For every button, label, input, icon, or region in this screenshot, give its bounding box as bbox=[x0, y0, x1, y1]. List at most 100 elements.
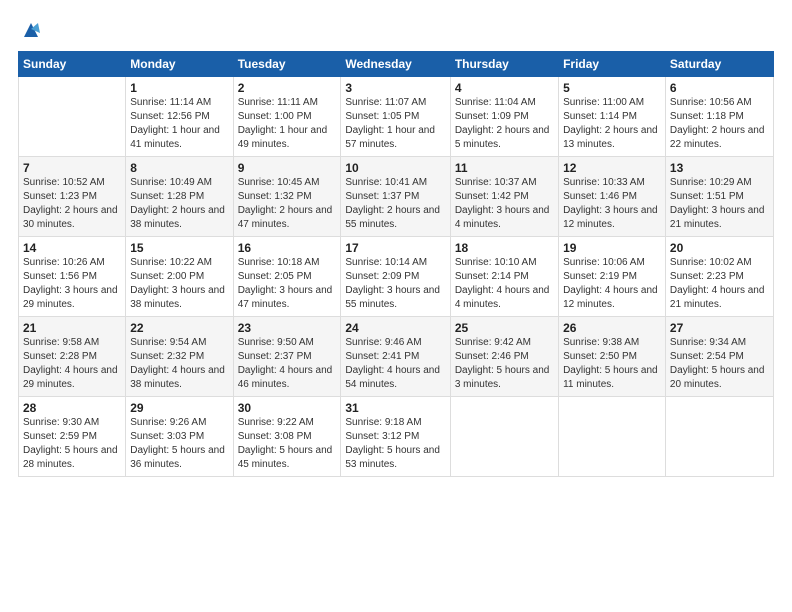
day-number: 28 bbox=[23, 401, 121, 415]
day-info: Sunrise: 10:49 AM Sunset: 1:28 PM Daylig… bbox=[130, 176, 228, 232]
calendar-cell: 28Sunrise: 9:30 AM Sunset: 2:59 PM Dayli… bbox=[19, 397, 126, 477]
day-info: Sunrise: 10:33 AM Sunset: 1:46 PM Daylig… bbox=[563, 176, 661, 232]
day-info: Sunrise: 9:26 AM Sunset: 3:03 PM Dayligh… bbox=[130, 416, 228, 472]
calendar-week-row: 28Sunrise: 9:30 AM Sunset: 2:59 PM Dayli… bbox=[19, 397, 774, 477]
calendar-cell: 10Sunrise: 10:41 AM Sunset: 1:37 PM Dayl… bbox=[341, 157, 450, 237]
weekday-header-tuesday: Tuesday bbox=[233, 52, 341, 77]
day-number: 15 bbox=[130, 241, 228, 255]
weekday-header-sunday: Sunday bbox=[19, 52, 126, 77]
calendar-cell: 6Sunrise: 10:56 AM Sunset: 1:18 PM Dayli… bbox=[665, 77, 773, 157]
page-header bbox=[18, 18, 774, 41]
calendar-week-row: 21Sunrise: 9:58 AM Sunset: 2:28 PM Dayli… bbox=[19, 317, 774, 397]
day-number: 1 bbox=[130, 81, 228, 95]
day-number: 30 bbox=[238, 401, 337, 415]
day-info: Sunrise: 10:14 AM Sunset: 2:09 PM Daylig… bbox=[345, 256, 445, 312]
calendar-cell: 16Sunrise: 10:18 AM Sunset: 2:05 PM Dayl… bbox=[233, 237, 341, 317]
weekday-header-row: SundayMondayTuesdayWednesdayThursdayFrid… bbox=[19, 52, 774, 77]
calendar-cell: 20Sunrise: 10:02 AM Sunset: 2:23 PM Dayl… bbox=[665, 237, 773, 317]
day-info: Sunrise: 9:46 AM Sunset: 2:41 PM Dayligh… bbox=[345, 336, 445, 392]
calendar-week-row: 14Sunrise: 10:26 AM Sunset: 1:56 PM Dayl… bbox=[19, 237, 774, 317]
day-info: Sunrise: 11:11 AM Sunset: 1:00 PM Daylig… bbox=[238, 96, 337, 152]
day-info: Sunrise: 11:14 AM Sunset: 12:56 PM Dayli… bbox=[130, 96, 228, 152]
day-number: 2 bbox=[238, 81, 337, 95]
calendar-cell: 29Sunrise: 9:26 AM Sunset: 3:03 PM Dayli… bbox=[126, 397, 233, 477]
day-info: Sunrise: 9:50 AM Sunset: 2:37 PM Dayligh… bbox=[238, 336, 337, 392]
weekday-header-thursday: Thursday bbox=[450, 52, 558, 77]
calendar-cell: 26Sunrise: 9:38 AM Sunset: 2:50 PM Dayli… bbox=[559, 317, 666, 397]
day-number: 22 bbox=[130, 321, 228, 335]
day-number: 20 bbox=[670, 241, 769, 255]
day-info: Sunrise: 10:06 AM Sunset: 2:19 PM Daylig… bbox=[563, 256, 661, 312]
day-number: 8 bbox=[130, 161, 228, 175]
day-number: 12 bbox=[563, 161, 661, 175]
weekday-header-monday: Monday bbox=[126, 52, 233, 77]
calendar-cell: 8Sunrise: 10:49 AM Sunset: 1:28 PM Dayli… bbox=[126, 157, 233, 237]
calendar-week-row: 7Sunrise: 10:52 AM Sunset: 1:23 PM Dayli… bbox=[19, 157, 774, 237]
day-number: 16 bbox=[238, 241, 337, 255]
day-info: Sunrise: 10:52 AM Sunset: 1:23 PM Daylig… bbox=[23, 176, 121, 232]
calendar-cell: 7Sunrise: 10:52 AM Sunset: 1:23 PM Dayli… bbox=[19, 157, 126, 237]
day-info: Sunrise: 10:37 AM Sunset: 1:42 PM Daylig… bbox=[455, 176, 554, 232]
day-info: Sunrise: 10:10 AM Sunset: 2:14 PM Daylig… bbox=[455, 256, 554, 312]
day-number: 14 bbox=[23, 241, 121, 255]
calendar-cell: 12Sunrise: 10:33 AM Sunset: 1:46 PM Dayl… bbox=[559, 157, 666, 237]
day-number: 25 bbox=[455, 321, 554, 335]
day-info: Sunrise: 9:38 AM Sunset: 2:50 PM Dayligh… bbox=[563, 336, 661, 392]
day-info: Sunrise: 11:07 AM Sunset: 1:05 PM Daylig… bbox=[345, 96, 445, 152]
day-info: Sunrise: 10:02 AM Sunset: 2:23 PM Daylig… bbox=[670, 256, 769, 312]
day-number: 11 bbox=[455, 161, 554, 175]
day-info: Sunrise: 9:34 AM Sunset: 2:54 PM Dayligh… bbox=[670, 336, 769, 392]
calendar-cell: 2Sunrise: 11:11 AM Sunset: 1:00 PM Dayli… bbox=[233, 77, 341, 157]
calendar-cell: 14Sunrise: 10:26 AM Sunset: 1:56 PM Dayl… bbox=[19, 237, 126, 317]
weekday-header-friday: Friday bbox=[559, 52, 666, 77]
day-number: 31 bbox=[345, 401, 445, 415]
calendar-cell: 24Sunrise: 9:46 AM Sunset: 2:41 PM Dayli… bbox=[341, 317, 450, 397]
calendar-table: SundayMondayTuesdayWednesdayThursdayFrid… bbox=[18, 51, 774, 477]
day-number: 10 bbox=[345, 161, 445, 175]
day-info: Sunrise: 10:29 AM Sunset: 1:51 PM Daylig… bbox=[670, 176, 769, 232]
day-info: Sunrise: 10:26 AM Sunset: 1:56 PM Daylig… bbox=[23, 256, 121, 312]
day-number: 5 bbox=[563, 81, 661, 95]
calendar-cell: 22Sunrise: 9:54 AM Sunset: 2:32 PM Dayli… bbox=[126, 317, 233, 397]
day-number: 18 bbox=[455, 241, 554, 255]
calendar-week-row: 1Sunrise: 11:14 AM Sunset: 12:56 PM Dayl… bbox=[19, 77, 774, 157]
weekday-header-wednesday: Wednesday bbox=[341, 52, 450, 77]
day-info: Sunrise: 9:30 AM Sunset: 2:59 PM Dayligh… bbox=[23, 416, 121, 472]
day-info: Sunrise: 11:00 AM Sunset: 1:14 PM Daylig… bbox=[563, 96, 661, 152]
day-info: Sunrise: 10:41 AM Sunset: 1:37 PM Daylig… bbox=[345, 176, 445, 232]
calendar-cell: 17Sunrise: 10:14 AM Sunset: 2:09 PM Dayl… bbox=[341, 237, 450, 317]
calendar-cell: 5Sunrise: 11:00 AM Sunset: 1:14 PM Dayli… bbox=[559, 77, 666, 157]
day-number: 6 bbox=[670, 81, 769, 95]
day-info: Sunrise: 9:58 AM Sunset: 2:28 PM Dayligh… bbox=[23, 336, 121, 392]
day-number: 21 bbox=[23, 321, 121, 335]
day-info: Sunrise: 10:22 AM Sunset: 2:00 PM Daylig… bbox=[130, 256, 228, 312]
day-number: 4 bbox=[455, 81, 554, 95]
calendar-cell: 19Sunrise: 10:06 AM Sunset: 2:19 PM Dayl… bbox=[559, 237, 666, 317]
day-number: 3 bbox=[345, 81, 445, 95]
day-info: Sunrise: 9:54 AM Sunset: 2:32 PM Dayligh… bbox=[130, 336, 228, 392]
calendar-cell: 30Sunrise: 9:22 AM Sunset: 3:08 PM Dayli… bbox=[233, 397, 341, 477]
day-number: 13 bbox=[670, 161, 769, 175]
day-number: 7 bbox=[23, 161, 121, 175]
calendar-cell: 1Sunrise: 11:14 AM Sunset: 12:56 PM Dayl… bbox=[126, 77, 233, 157]
day-number: 9 bbox=[238, 161, 337, 175]
calendar-cell bbox=[559, 397, 666, 477]
calendar-cell: 18Sunrise: 10:10 AM Sunset: 2:14 PM Dayl… bbox=[450, 237, 558, 317]
calendar-cell: 21Sunrise: 9:58 AM Sunset: 2:28 PM Dayli… bbox=[19, 317, 126, 397]
calendar-cell: 31Sunrise: 9:18 AM Sunset: 3:12 PM Dayli… bbox=[341, 397, 450, 477]
day-number: 17 bbox=[345, 241, 445, 255]
day-number: 26 bbox=[563, 321, 661, 335]
day-number: 24 bbox=[345, 321, 445, 335]
calendar-cell: 13Sunrise: 10:29 AM Sunset: 1:51 PM Dayl… bbox=[665, 157, 773, 237]
day-number: 23 bbox=[238, 321, 337, 335]
calendar-cell: 15Sunrise: 10:22 AM Sunset: 2:00 PM Dayl… bbox=[126, 237, 233, 317]
calendar-cell: 27Sunrise: 9:34 AM Sunset: 2:54 PM Dayli… bbox=[665, 317, 773, 397]
calendar-cell: 23Sunrise: 9:50 AM Sunset: 2:37 PM Dayli… bbox=[233, 317, 341, 397]
calendar-cell: 3Sunrise: 11:07 AM Sunset: 1:05 PM Dayli… bbox=[341, 77, 450, 157]
weekday-header-saturday: Saturday bbox=[665, 52, 773, 77]
day-number: 27 bbox=[670, 321, 769, 335]
day-number: 19 bbox=[563, 241, 661, 255]
calendar-cell bbox=[450, 397, 558, 477]
day-info: Sunrise: 9:42 AM Sunset: 2:46 PM Dayligh… bbox=[455, 336, 554, 392]
logo bbox=[18, 18, 42, 41]
